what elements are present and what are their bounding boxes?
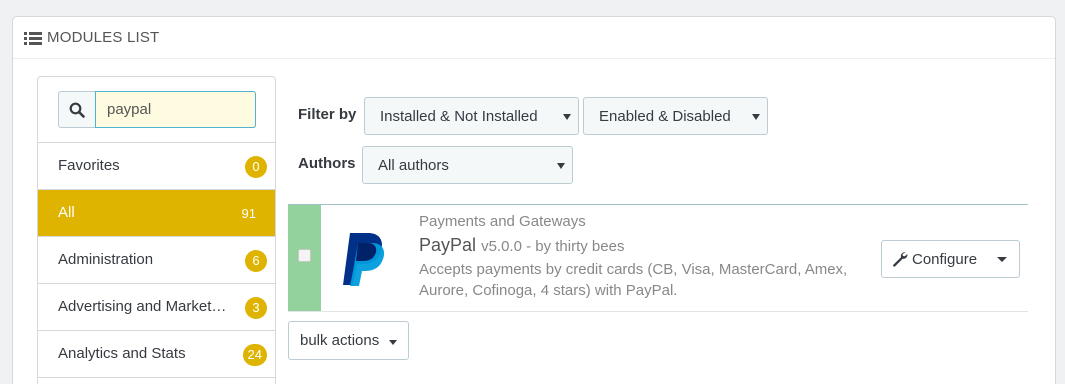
category-label: Favorites xyxy=(58,157,120,174)
category-label: Analytics and Stats xyxy=(58,345,186,362)
module-category: Payments and Gateways xyxy=(419,213,586,230)
bulk-actions-label: bulk actions xyxy=(300,332,380,349)
install-filter-select[interactable]: Installed & Not Installed xyxy=(364,97,579,135)
chevron-down-icon xyxy=(557,163,565,169)
authors-select[interactable]: All authors xyxy=(362,146,573,184)
module-description: Accepts payments by credit cards (CB, Vi… xyxy=(419,261,848,299)
chevron-down-icon xyxy=(389,340,397,345)
module-actions-dropdown-toggle[interactable] xyxy=(985,241,1019,277)
panel-heading: MODULES LIST xyxy=(13,17,1055,59)
module-status-strip xyxy=(288,205,321,311)
category-count-badge: 91 xyxy=(241,206,256,221)
chevron-down-icon xyxy=(752,114,760,120)
category-count-badge: 24 xyxy=(242,344,267,366)
configure-button[interactable]: Configure xyxy=(882,241,985,277)
category-analytics[interactable]: Analytics and Stats 24 xyxy=(38,331,275,378)
chevron-down-icon xyxy=(563,114,571,120)
category-label: Advertising and Market… xyxy=(58,298,227,315)
panel-title: MODULES LIST xyxy=(47,29,160,46)
category-favorites[interactable]: Favorites 0 xyxy=(38,143,275,190)
category-sidebar: Favorites 0 All 91 Administration 6 Adve… xyxy=(37,76,276,384)
enable-filter-value: Enabled & Disabled xyxy=(599,108,731,125)
module-actions: Configure xyxy=(881,240,1021,278)
install-filter-value: Installed & Not Installed xyxy=(380,108,538,125)
configure-label: Configure xyxy=(912,250,978,268)
category-administration[interactable]: Administration 6 xyxy=(38,237,275,284)
category-all[interactable]: All 91 xyxy=(38,190,275,237)
search-icon xyxy=(69,102,85,118)
category-count-badge: 0 xyxy=(245,156,267,178)
authors-label: Authors xyxy=(298,155,356,172)
module-title: PayPal v5.0.0 - by thirty bees xyxy=(419,235,624,256)
module-row: Payments and Gateways PayPal v5.0.0 - by… xyxy=(288,204,1028,312)
chevron-down-icon xyxy=(997,257,1008,262)
category-advertising[interactable]: Advertising and Market… 3 xyxy=(38,284,275,331)
wrench-icon xyxy=(893,252,908,267)
bulk-actions-button[interactable]: bulk actions xyxy=(288,321,409,360)
search-bar xyxy=(38,77,275,143)
category-count-badge: 3 xyxy=(245,297,267,319)
module-version-author: v5.0.0 - by thirty bees xyxy=(481,238,625,255)
enable-filter-select[interactable]: Enabled & Disabled xyxy=(583,97,768,135)
filter-by-label: Filter by xyxy=(298,106,357,123)
module-name: PayPal xyxy=(419,235,477,255)
authors-select-value: All authors xyxy=(378,157,449,174)
category-count-badge: 6 xyxy=(245,250,267,272)
category-label: All xyxy=(58,204,75,221)
list-icon xyxy=(24,31,42,45)
category-label: Administration xyxy=(58,251,154,268)
module-checkbox[interactable] xyxy=(298,249,311,262)
paypal-logo-icon xyxy=(343,233,385,286)
search-button[interactable] xyxy=(58,91,95,128)
search-input[interactable] xyxy=(95,91,256,128)
